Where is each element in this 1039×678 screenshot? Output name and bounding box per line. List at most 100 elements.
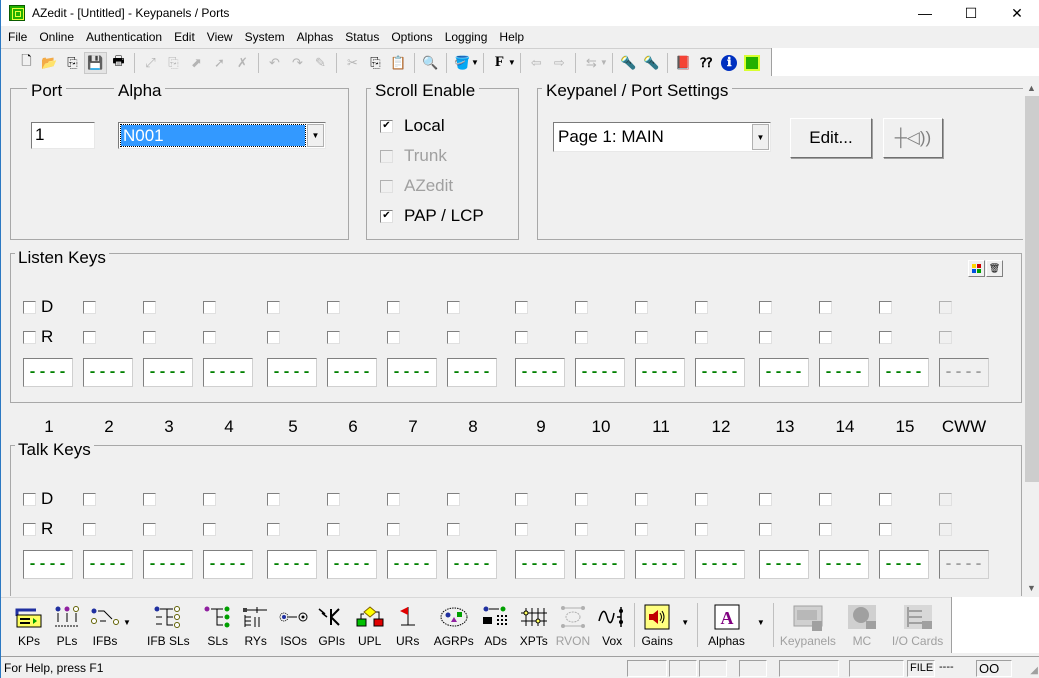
color-grid-button[interactable] (968, 260, 985, 277)
save-icon[interactable]: 💾 (84, 51, 107, 74)
chevron-down-icon[interactable]: ▼ (752, 124, 769, 150)
listen_keys-key-field[interactable]: ---- (879, 358, 929, 387)
listen_keys-r-checkbox[interactable] (819, 331, 832, 344)
ads-button[interactable]: ADs (480, 598, 512, 652)
listen_keys-d-checkbox[interactable] (635, 301, 648, 314)
redo-icon[interactable]: ↷ (286, 52, 309, 74)
chevron-down-icon[interactable]: ▼ (679, 618, 691, 627)
listen_keys-key-field[interactable]: ---- (327, 358, 377, 387)
checkbox-local[interactable]: ✔ (380, 119, 393, 133)
talk_keys-key-field[interactable]: ---- (143, 550, 193, 579)
chevron-down-icon[interactable]: ▼ (471, 58, 479, 67)
menu-help[interactable]: Help (493, 30, 530, 44)
talk_keys-r-checkbox[interactable] (83, 523, 96, 536)
listen_keys-r-checkbox[interactable] (23, 331, 36, 344)
rys-button[interactable]: RYs (240, 598, 272, 652)
scroll-trunk-checkbox[interactable]: Trunk (380, 146, 447, 166)
send-icon[interactable]: ⬈ (185, 52, 208, 74)
upl-button[interactable]: UPL (354, 598, 386, 652)
talk_keys-key-field[interactable]: ---- (759, 550, 809, 579)
azedit-logo-icon[interactable] (741, 52, 764, 74)
chevron-down-icon[interactable]: ▼ (600, 58, 608, 67)
new-icon[interactable]: 🗋 (15, 52, 38, 74)
listen_keys-key-field[interactable]: ---- (143, 358, 193, 387)
listen_keys-d-checkbox[interactable] (83, 301, 96, 314)
talk_keys-key-field[interactable]: ---- (635, 550, 685, 579)
talk_keys-key-field[interactable]: ---- (515, 550, 565, 579)
talk_keys-r-checkbox[interactable] (515, 523, 528, 536)
scroll-azedit-checkbox[interactable]: AZedit (380, 176, 453, 196)
resize-grip-icon[interactable]: ◢ (1030, 665, 1038, 676)
connect-icon[interactable]: ⤢ (139, 52, 162, 74)
talk_keys-key-field[interactable]: ---- (267, 550, 317, 579)
delete-button[interactable]: 🗑 (986, 260, 1003, 277)
listen_keys-d-checkbox[interactable] (447, 301, 460, 314)
talk_keys-r-checkbox[interactable] (635, 523, 648, 536)
menu-edit[interactable]: Edit (168, 30, 201, 44)
listen_keys-key-field[interactable]: ---- (447, 358, 497, 387)
checkbox-trunk[interactable] (380, 149, 393, 163)
talk_keys-r-checkbox[interactable] (327, 523, 340, 536)
listen_keys-key-field[interactable]: ---- (203, 358, 253, 387)
port-input[interactable]: 1 (31, 122, 95, 149)
listen_keys-d-checkbox[interactable] (515, 301, 528, 314)
listen_keys-r-checkbox[interactable] (327, 331, 340, 344)
talk_keys-d-checkbox[interactable] (515, 493, 528, 506)
talk_keys-d-checkbox[interactable] (203, 493, 216, 506)
talk_keys-d-checkbox[interactable] (327, 493, 340, 506)
talk_keys-key-field[interactable]: ---- (203, 550, 253, 579)
listen_keys-d-checkbox[interactable] (387, 301, 400, 314)
scroll-down-icon[interactable]: ▼ (1023, 580, 1039, 596)
listen_keys-key-field[interactable]: ---- (939, 358, 989, 387)
audio-settings-button[interactable]: ┼◁)) (883, 118, 943, 158)
talk_keys-d-checkbox[interactable] (635, 493, 648, 506)
menu-view[interactable]: View (201, 30, 239, 44)
listen_keys-key-field[interactable]: ---- (515, 358, 565, 387)
page-select[interactable]: Page 1: MAIN ▼ (553, 122, 771, 152)
listen_keys-d-checkbox[interactable] (203, 301, 216, 314)
chevron-down-icon[interactable]: ▼ (307, 124, 324, 147)
talk_keys-r-checkbox[interactable] (387, 523, 400, 536)
arrow-up-right-icon[interactable]: ➚ (208, 52, 231, 74)
scroll-local-checkbox[interactable]: ✔ Local (380, 116, 445, 136)
talk_keys-key-field[interactable]: ---- (819, 550, 869, 579)
agrps-button[interactable]: AGRPs (434, 598, 474, 652)
menu-system[interactable]: System (239, 30, 291, 44)
talk_keys-d-checkbox[interactable] (387, 493, 400, 506)
chevron-down-icon[interactable]: ▼ (755, 618, 767, 627)
talk_keys-d-checkbox[interactable] (23, 493, 36, 506)
talk_keys-d-checkbox[interactable] (267, 493, 280, 506)
listen_keys-d-checkbox[interactable] (939, 301, 952, 314)
vertical-scrollbar[interactable]: ▲ ▼ (1023, 80, 1039, 596)
xpts-button[interactable]: XPTs (518, 598, 550, 652)
listen_keys-d-checkbox[interactable] (759, 301, 772, 314)
talk_keys-r-checkbox[interactable] (819, 523, 832, 536)
cut-icon[interactable]: ✂ (341, 52, 364, 74)
print-icon[interactable]: 🖶 (107, 52, 130, 74)
paste-icon[interactable]: 📋 (387, 52, 410, 74)
close-button[interactable]: ✕ (994, 0, 1039, 26)
copy-online-icon[interactable]: ⎘ (162, 52, 185, 74)
talk_keys-d-checkbox[interactable] (83, 493, 96, 506)
listen_keys-d-checkbox[interactable] (879, 301, 892, 314)
listen_keys-d-checkbox[interactable] (143, 301, 156, 314)
scroll-up-icon[interactable]: ▲ (1023, 80, 1039, 96)
listen_keys-key-field[interactable]: ---- (83, 358, 133, 387)
talk_keys-key-field[interactable]: ---- (23, 550, 73, 579)
listen_keys-r-checkbox[interactable] (575, 331, 588, 344)
open-icon[interactable]: 📂 (38, 52, 61, 74)
talk_keys-key-field[interactable]: ---- (447, 550, 497, 579)
talk_keys-r-checkbox[interactable] (939, 523, 952, 536)
talk_keys-r-checkbox[interactable] (575, 523, 588, 536)
kps-button[interactable]: KPs (13, 598, 45, 652)
talk_keys-d-checkbox[interactable] (143, 493, 156, 506)
search-icon[interactable]: 🔍 (419, 52, 442, 74)
undo-icon[interactable]: ↶ (263, 52, 286, 74)
listen_keys-key-field[interactable]: ---- (387, 358, 437, 387)
ifb-sls-button[interactable]: IFB SLs (147, 598, 190, 652)
book-icon[interactable]: 📕 (672, 52, 695, 74)
alpha-select[interactable]: N001 ▼ (118, 122, 326, 149)
talk_keys-r-checkbox[interactable] (759, 523, 772, 536)
talk_keys-r-checkbox[interactable] (143, 523, 156, 536)
talk_keys-d-checkbox[interactable] (575, 493, 588, 506)
